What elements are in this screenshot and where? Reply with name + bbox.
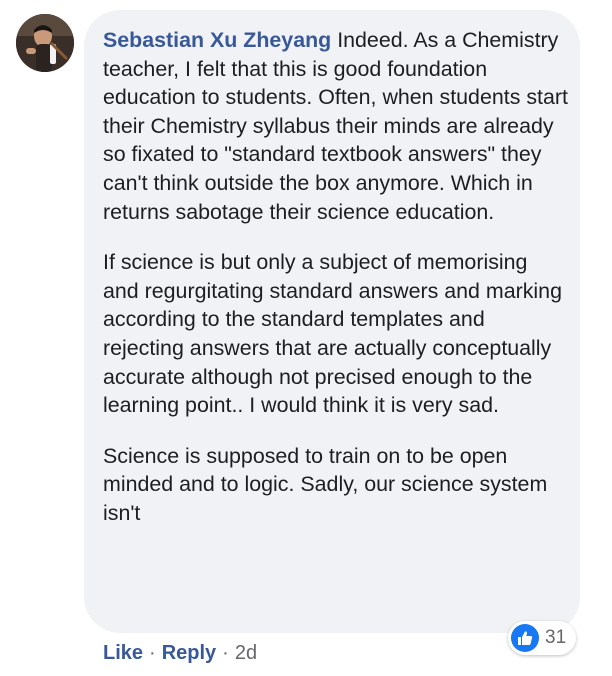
comment-paragraph-3: Science is supposed to train on to be op… xyxy=(103,443,548,525)
reply-button[interactable]: Reply xyxy=(162,640,216,666)
comment-actions: Like · Reply · 2d xyxy=(103,640,257,666)
avatar-photo xyxy=(16,14,74,72)
separator-dot: · xyxy=(222,642,229,664)
author-avatar[interactable] xyxy=(16,14,74,72)
comment-bubble: Sebastian Xu Zheyang Indeed. As a Chemis… xyxy=(84,10,580,633)
reaction-count: 31 xyxy=(545,627,567,648)
author-name-link[interactable]: Sebastian Xu Zheyang xyxy=(103,28,331,52)
reactions-summary[interactable]: 31 xyxy=(508,621,577,655)
separator-dot: · xyxy=(149,642,156,664)
like-button[interactable]: Like xyxy=(103,640,143,666)
comment-paragraph-1-text: Indeed. As a Chemistry teacher, I felt t… xyxy=(103,28,568,224)
like-thumbs-up-icon xyxy=(511,624,539,652)
timestamp-link[interactable]: 2d xyxy=(235,640,257,666)
comment-paragraph-1: Sebastian Xu Zheyang Indeed. As a Chemis… xyxy=(103,26,568,226)
comment-paragraph-2: If science is but only a subject of memo… xyxy=(103,250,562,418)
